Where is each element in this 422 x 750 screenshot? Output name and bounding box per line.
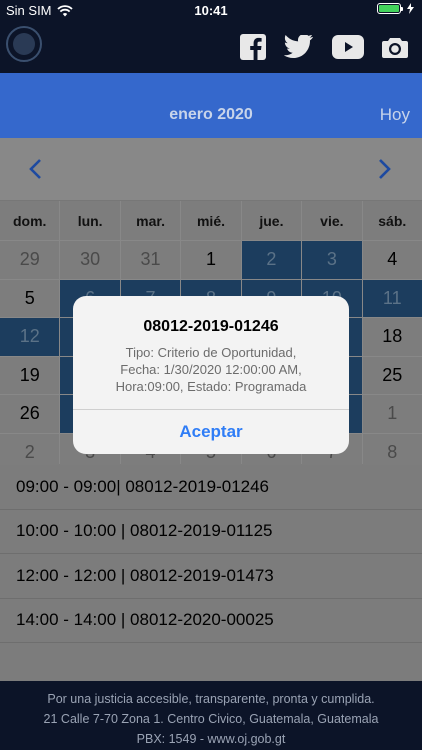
month-bar: enero 2020 Hoy: [0, 73, 422, 138]
weekday-header: dom.: [0, 201, 60, 240]
calendar-day-event[interactable]: 12: [0, 318, 60, 356]
calendar-day[interactable]: 29: [0, 241, 60, 279]
chevron-right-icon[interactable]: [378, 158, 392, 180]
status-right: [377, 3, 414, 14]
twitter-icon[interactable]: [284, 35, 314, 59]
calendar-day[interactable]: 5: [0, 279, 60, 317]
footer-contact: PBX: 1549 - www.oj.gob.gt: [136, 732, 286, 746]
alert-message-line: Hora:09:00, Estado: Programada: [115, 379, 307, 394]
youtube-icon[interactable]: [332, 35, 364, 59]
footer-address: 21 Calle 7-70 Zona 1. Centro Civico, Gua…: [43, 712, 379, 726]
charging-icon: [407, 3, 414, 14]
chevron-left-icon[interactable]: [28, 158, 42, 180]
footer-slogan: Por una justicia accesible, transparente…: [47, 692, 375, 706]
month-nav: [0, 138, 422, 200]
weekday-header: jue.: [241, 201, 302, 240]
calendar-day[interactable]: 25: [362, 356, 422, 394]
facebook-icon[interactable]: [240, 34, 266, 60]
agenda-item[interactable]: 10:00 - 10:00 | 08012-2019-01125: [0, 510, 422, 554]
camera-icon[interactable]: [382, 36, 408, 58]
alert-message: Tipo: Criterio de Oportunidad, Fecha: 1/…: [73, 336, 349, 395]
agenda-list: 09:00 - 09:00| 08012-2019-01246 10:00 - 1…: [0, 465, 422, 681]
calendar-day[interactable]: 1: [362, 395, 422, 433]
calendar-day-event[interactable]: 11: [362, 279, 422, 317]
weekday-header: mié.: [181, 201, 241, 240]
calendar-day[interactable]: 30: [60, 241, 120, 279]
today-button[interactable]: Hoy: [380, 105, 410, 125]
accept-button[interactable]: Aceptar: [73, 410, 349, 454]
agenda-item[interactable]: 14:00 - 14:00 | 08012-2020-00025: [0, 599, 422, 643]
alert-title: 08012-2019-01246: [143, 318, 279, 335]
court-logo-icon: [6, 26, 42, 62]
alert-message-line: Tipo: Criterio de Oportunidad,: [125, 345, 297, 360]
month-title: enero 2020: [169, 106, 253, 123]
weekday-header: lun.: [60, 201, 120, 240]
calendar-day-event[interactable]: 3: [302, 241, 362, 279]
weekday-header: vie.: [302, 201, 362, 240]
footer: Por una justicia accesible, transparente…: [0, 681, 422, 750]
calendar-day[interactable]: 18: [362, 318, 422, 356]
weekday-header: mar.: [120, 201, 181, 240]
calendar-day[interactable]: 31: [120, 241, 181, 279]
status-bar: Sin SIM 10:41: [0, 0, 422, 20]
status-time: 10:41: [194, 3, 228, 18]
social-links: [240, 34, 408, 60]
battery-icon: [377, 3, 403, 14]
app-header: [0, 20, 422, 73]
agenda-item[interactable]: 12:00 - 12:00 | 08012-2019-01473: [0, 554, 422, 599]
calendar-day[interactable]: 19: [0, 356, 60, 394]
calendar-day-event[interactable]: 2: [241, 241, 302, 279]
calendar-day[interactable]: 1: [181, 241, 241, 279]
alert-message-line: Fecha: 1/30/2020 12:00:00 AM,: [120, 362, 302, 377]
agenda-item[interactable]: 09:00 - 09:00| 08012-2019-01246: [0, 465, 422, 510]
weekday-header: sáb.: [362, 201, 422, 240]
calendar-day[interactable]: 4: [362, 241, 422, 279]
calendar-day[interactable]: 26: [0, 395, 60, 433]
alert-dialog: 08012-2019-01246 Tipo: Criterio de Oport…: [73, 296, 349, 454]
